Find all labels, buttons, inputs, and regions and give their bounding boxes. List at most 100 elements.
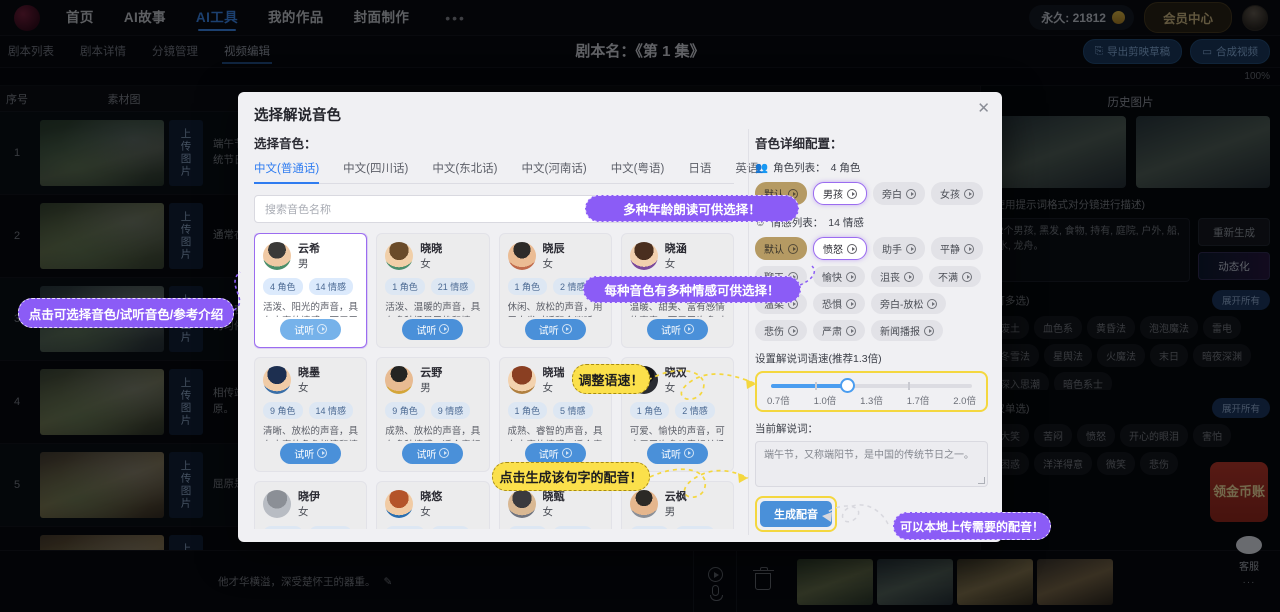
voice-desc: 活泼、阳光的声音，具有丰富的情感，可用于许多对话场景。 [263,302,359,317]
emotion-pill-fear[interactable]: 恐惧 [813,293,865,314]
speed-label: 设置解说词语速(推荐1.3倍) [755,353,882,365]
speed-slider[interactable] [771,378,972,393]
voice-card[interactable]: 晓悠 女 1 角色 4 情感 [376,481,490,529]
voice-desc: 清晰、放松的声音，具有丰富的角色扮演和情感，适合音频书籍。 [263,426,359,441]
voice-avatar-icon [385,490,414,518]
emotion-label: 严肃 [822,327,842,338]
emotion-label: 悲伤 [764,327,784,338]
voice-chips: 9 角色 14 情感 [263,402,358,420]
role-pill-narrator[interactable]: 旁白 [873,182,925,205]
emotion-pill-calm[interactable]: 平静 [931,237,983,260]
play-icon [561,448,572,458]
voice-card[interactable]: 云希 男 4 角色 14 情感 活泼、阳光的声音，具有丰富的情感，可用于许多对话… [254,233,368,348]
tab-northeast[interactable]: 中文(东北话) [432,160,497,183]
voice-name: 晓悠 [420,491,443,503]
role-label: 男孩 [823,190,843,201]
voice-desc: 成熟、睿智的声音，具有丰富的情感，适合音频书籍。 [507,426,603,441]
tab-sichuan[interactable]: 中文(四川话) [343,160,408,183]
close-icon[interactable]: ✕ [977,101,990,116]
voice-avatar-icon [263,490,291,518]
play-icon [317,448,328,458]
emotion-label: 平静 [940,245,960,256]
voice-role-count: 1 角色 [507,402,548,420]
voice-preview-button[interactable]: 试听 [280,443,342,464]
emotion-pill-depressed[interactable]: 沮丧 [871,266,923,287]
voice-card[interactable]: 晓伊 女 1 角色 11 情感 [254,481,368,529]
speed-tick-mark [815,382,818,390]
voice-card-head: 晓晓 女 [385,242,480,271]
voice-avatar-icon [385,366,414,394]
voice-chips: 1 角色 21 情感 [385,278,480,296]
voice-preview-button[interactable]: 试听 [402,319,464,340]
voice-card[interactable]: 晓晓 女 1 角色 21 情感 活泼、温暖的声音，具有多种场景风格和情感。 试听 [376,233,490,348]
voice-role-count: 1 角色 [507,526,548,529]
voice-gender: 女 [664,381,676,394]
emotion-pill-cheerful[interactable]: 愉快 [813,266,865,287]
voice-emotion-count: 2 情感 [675,402,715,420]
voice-card[interactable]: 云野 男 9 角色 9 情感 成熟、放松的声音，具有多种情感，适合音频书籍。 试… [376,357,490,472]
current-text-label: 当前解说词： [755,423,818,435]
emotion-pill-assistant[interactable]: 助手 [873,237,925,260]
emotion-pill-news[interactable]: 新闻播报 [871,320,943,341]
voice-gender: 女 [420,505,431,518]
play-icon [683,324,694,334]
play-icon [964,243,974,254]
voice-gender: 女 [542,505,554,518]
voice-emotion-count: 14 情感 [308,402,354,420]
tab-mandarin[interactable]: 中文(普通话) [254,160,320,184]
emotion-label: 不满 [938,273,958,284]
select-voice-label: 选择音色： [254,137,317,151]
play-icon [924,325,934,336]
emotion-pill-dissatisfied[interactable]: 不满 [929,266,981,287]
annotation-voice-select: 点击可选择音色/试听音色/参考介绍 [18,298,234,328]
voice-detail-pane: 音色详细配置： 👥 角色列表： 4 角色 默认 男孩 旁白 女孩 ☺ 情感列表：… [748,129,1002,535]
play-icon [847,243,857,254]
voice-preview-button[interactable]: 试听 [524,443,586,464]
voice-name: 晓辰 [542,243,565,255]
generate-button-highlight: 生成配音 [755,496,837,532]
speed-slider-handle[interactable] [840,378,856,393]
voice-role-count: 1 角色 [629,402,670,420]
play-icon [846,298,856,309]
voice-avatar-icon [507,242,536,270]
voice-desc: 活泼、温暖的声音，具有多种场景风格和情感。 [385,302,481,317]
speed-tick: 2.0倍 [953,396,976,407]
speed-slider-fill [771,384,848,388]
tab-japanese[interactable]: 日语 [688,160,711,183]
voice-preview-button[interactable]: 试听 [524,319,586,340]
emotion-pill-angry[interactable]: 愤怒 [813,237,867,260]
emotion-pill-sad[interactable]: 悲伤 [755,320,807,341]
voice-gender: 男 [420,381,431,394]
voice-chips: 1 角色 4 情感 [385,526,480,529]
voice-emotion-count: 14 情感 [308,278,354,296]
role-label: 女孩 [940,190,960,201]
voice-preview-button[interactable]: 试听 [280,319,342,340]
voice-desc: 成熟、放松的声音，具有多种情感，适合音频书籍。 [385,426,481,441]
voice-avatar-icon [507,366,536,394]
modal-header: 选择解说音色 ✕ [238,92,1002,129]
emotion-pill-narration-relaxed[interactable]: 旁白-放松 [871,293,947,314]
voice-card[interactable]: 晓墨 女 9 角色 14 情感 清晰、放松的声音，具有丰富的角色扮演和情感，适合… [254,357,368,472]
voice-preview-button[interactable]: 试听 [402,443,464,464]
current-text-textarea[interactable]: 端午节，又称端阳节，是中国的传统节日之一。 [755,441,988,487]
voice-chips: 1 角色 3 情感 [507,526,603,529]
voice-name: 晓甄 [542,491,565,503]
emotion-pill-default[interactable]: 默认 [755,237,807,260]
tab-henan[interactable]: 中文(河南话) [522,160,587,183]
voice-role-count: 1 角色 [385,526,425,529]
role-pill-girl[interactable]: 女孩 [931,182,983,205]
voice-avatar-icon [263,242,291,270]
voice-role-count: 1 角色 [507,278,548,296]
tab-cantonese[interactable]: 中文(粤语) [611,160,665,183]
generate-voice-button[interactable]: 生成配音 [760,501,832,527]
voice-preview-button[interactable]: 试听 [646,319,708,340]
play-icon [904,271,914,282]
play-icon [964,188,974,199]
speed-tick: 1.0倍 [813,396,837,407]
voice-preview-button[interactable]: 试听 [646,443,708,464]
search-placeholder: 搜索音色名称 [265,204,331,216]
preview-label: 试听 [660,326,681,337]
emotion-pill-serious[interactable]: 严肃 [813,320,865,341]
role-pill-boy[interactable]: 男孩 [813,182,867,205]
voice-role-count: 1 角色 [263,526,303,529]
